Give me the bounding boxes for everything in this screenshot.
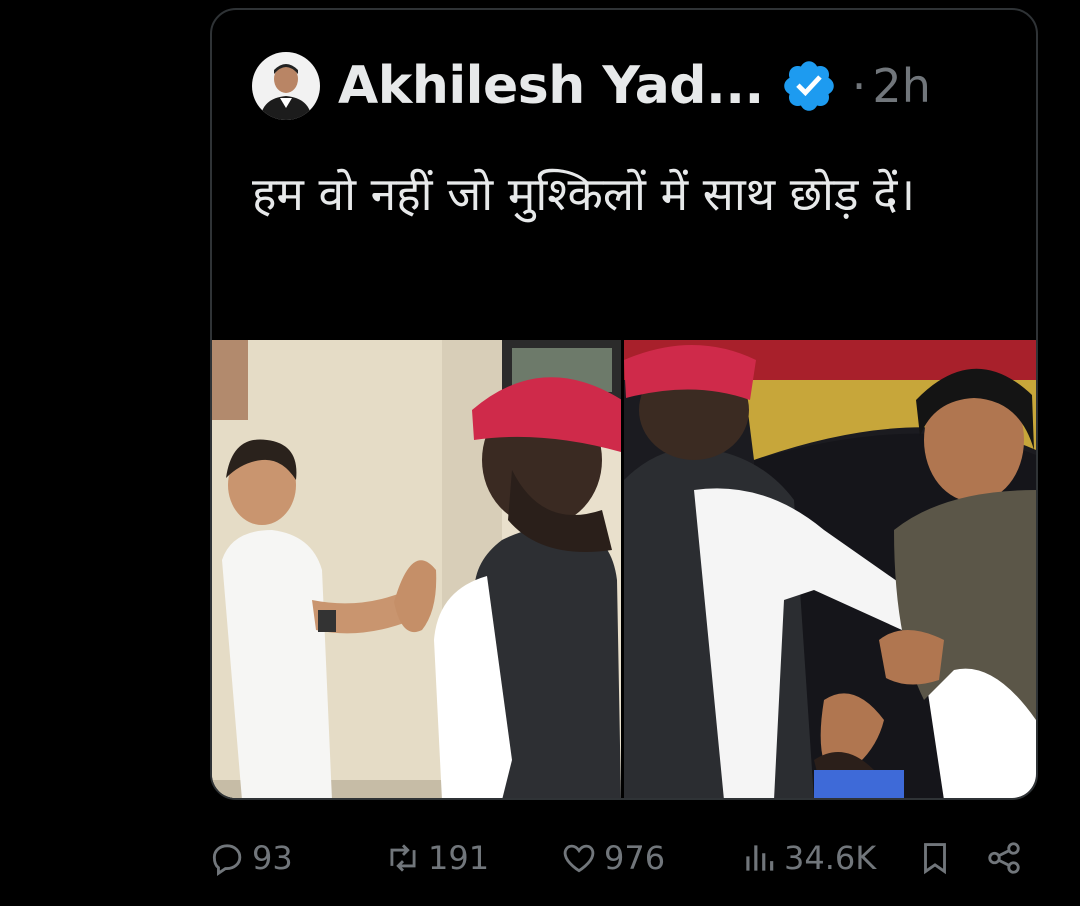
views-count: 34.6K xyxy=(784,839,877,877)
retweet-icon xyxy=(390,844,416,872)
separator-dot: · xyxy=(851,59,867,113)
tweet-header: Akhilesh Yad... · 2h xyxy=(252,50,931,122)
views-icon xyxy=(746,845,774,871)
tweet-actions-bar: 93 191 976 34.6K xyxy=(0,830,1080,886)
bookmark-icon xyxy=(924,843,946,875)
verified-badge-icon xyxy=(784,61,834,111)
share-icon xyxy=(988,842,1020,874)
tweet-text: हम वो नहीं जो मुश्किलों में साथ छोड़ दें… xyxy=(252,167,915,221)
heart-icon xyxy=(563,844,595,873)
retweet-count: 191 xyxy=(428,839,490,877)
photo-left[interactable] xyxy=(212,340,621,798)
tweet-timestamp[interactable]: 2h xyxy=(872,59,930,113)
retweet-button[interactable]: 191 xyxy=(384,830,489,886)
author-avatar[interactable] xyxy=(252,52,320,120)
tweet-media[interactable] xyxy=(212,340,1036,798)
share-button[interactable] xyxy=(985,830,1023,886)
reply-count: 93 xyxy=(252,839,293,877)
like-count: 976 xyxy=(604,839,666,877)
author-name[interactable]: Akhilesh Yad... xyxy=(338,56,764,116)
views-button[interactable]: 34.6K xyxy=(740,830,876,886)
reply-button[interactable]: 93 xyxy=(208,830,293,886)
quoted-tweet-card[interactable]: Akhilesh Yad... · 2h हम वो नहीं जो मुश्क… xyxy=(210,8,1038,800)
bookmark-button[interactable] xyxy=(916,830,954,886)
photo-right[interactable] xyxy=(624,340,1036,798)
reply-icon xyxy=(212,844,242,877)
like-button[interactable]: 976 xyxy=(560,830,665,886)
